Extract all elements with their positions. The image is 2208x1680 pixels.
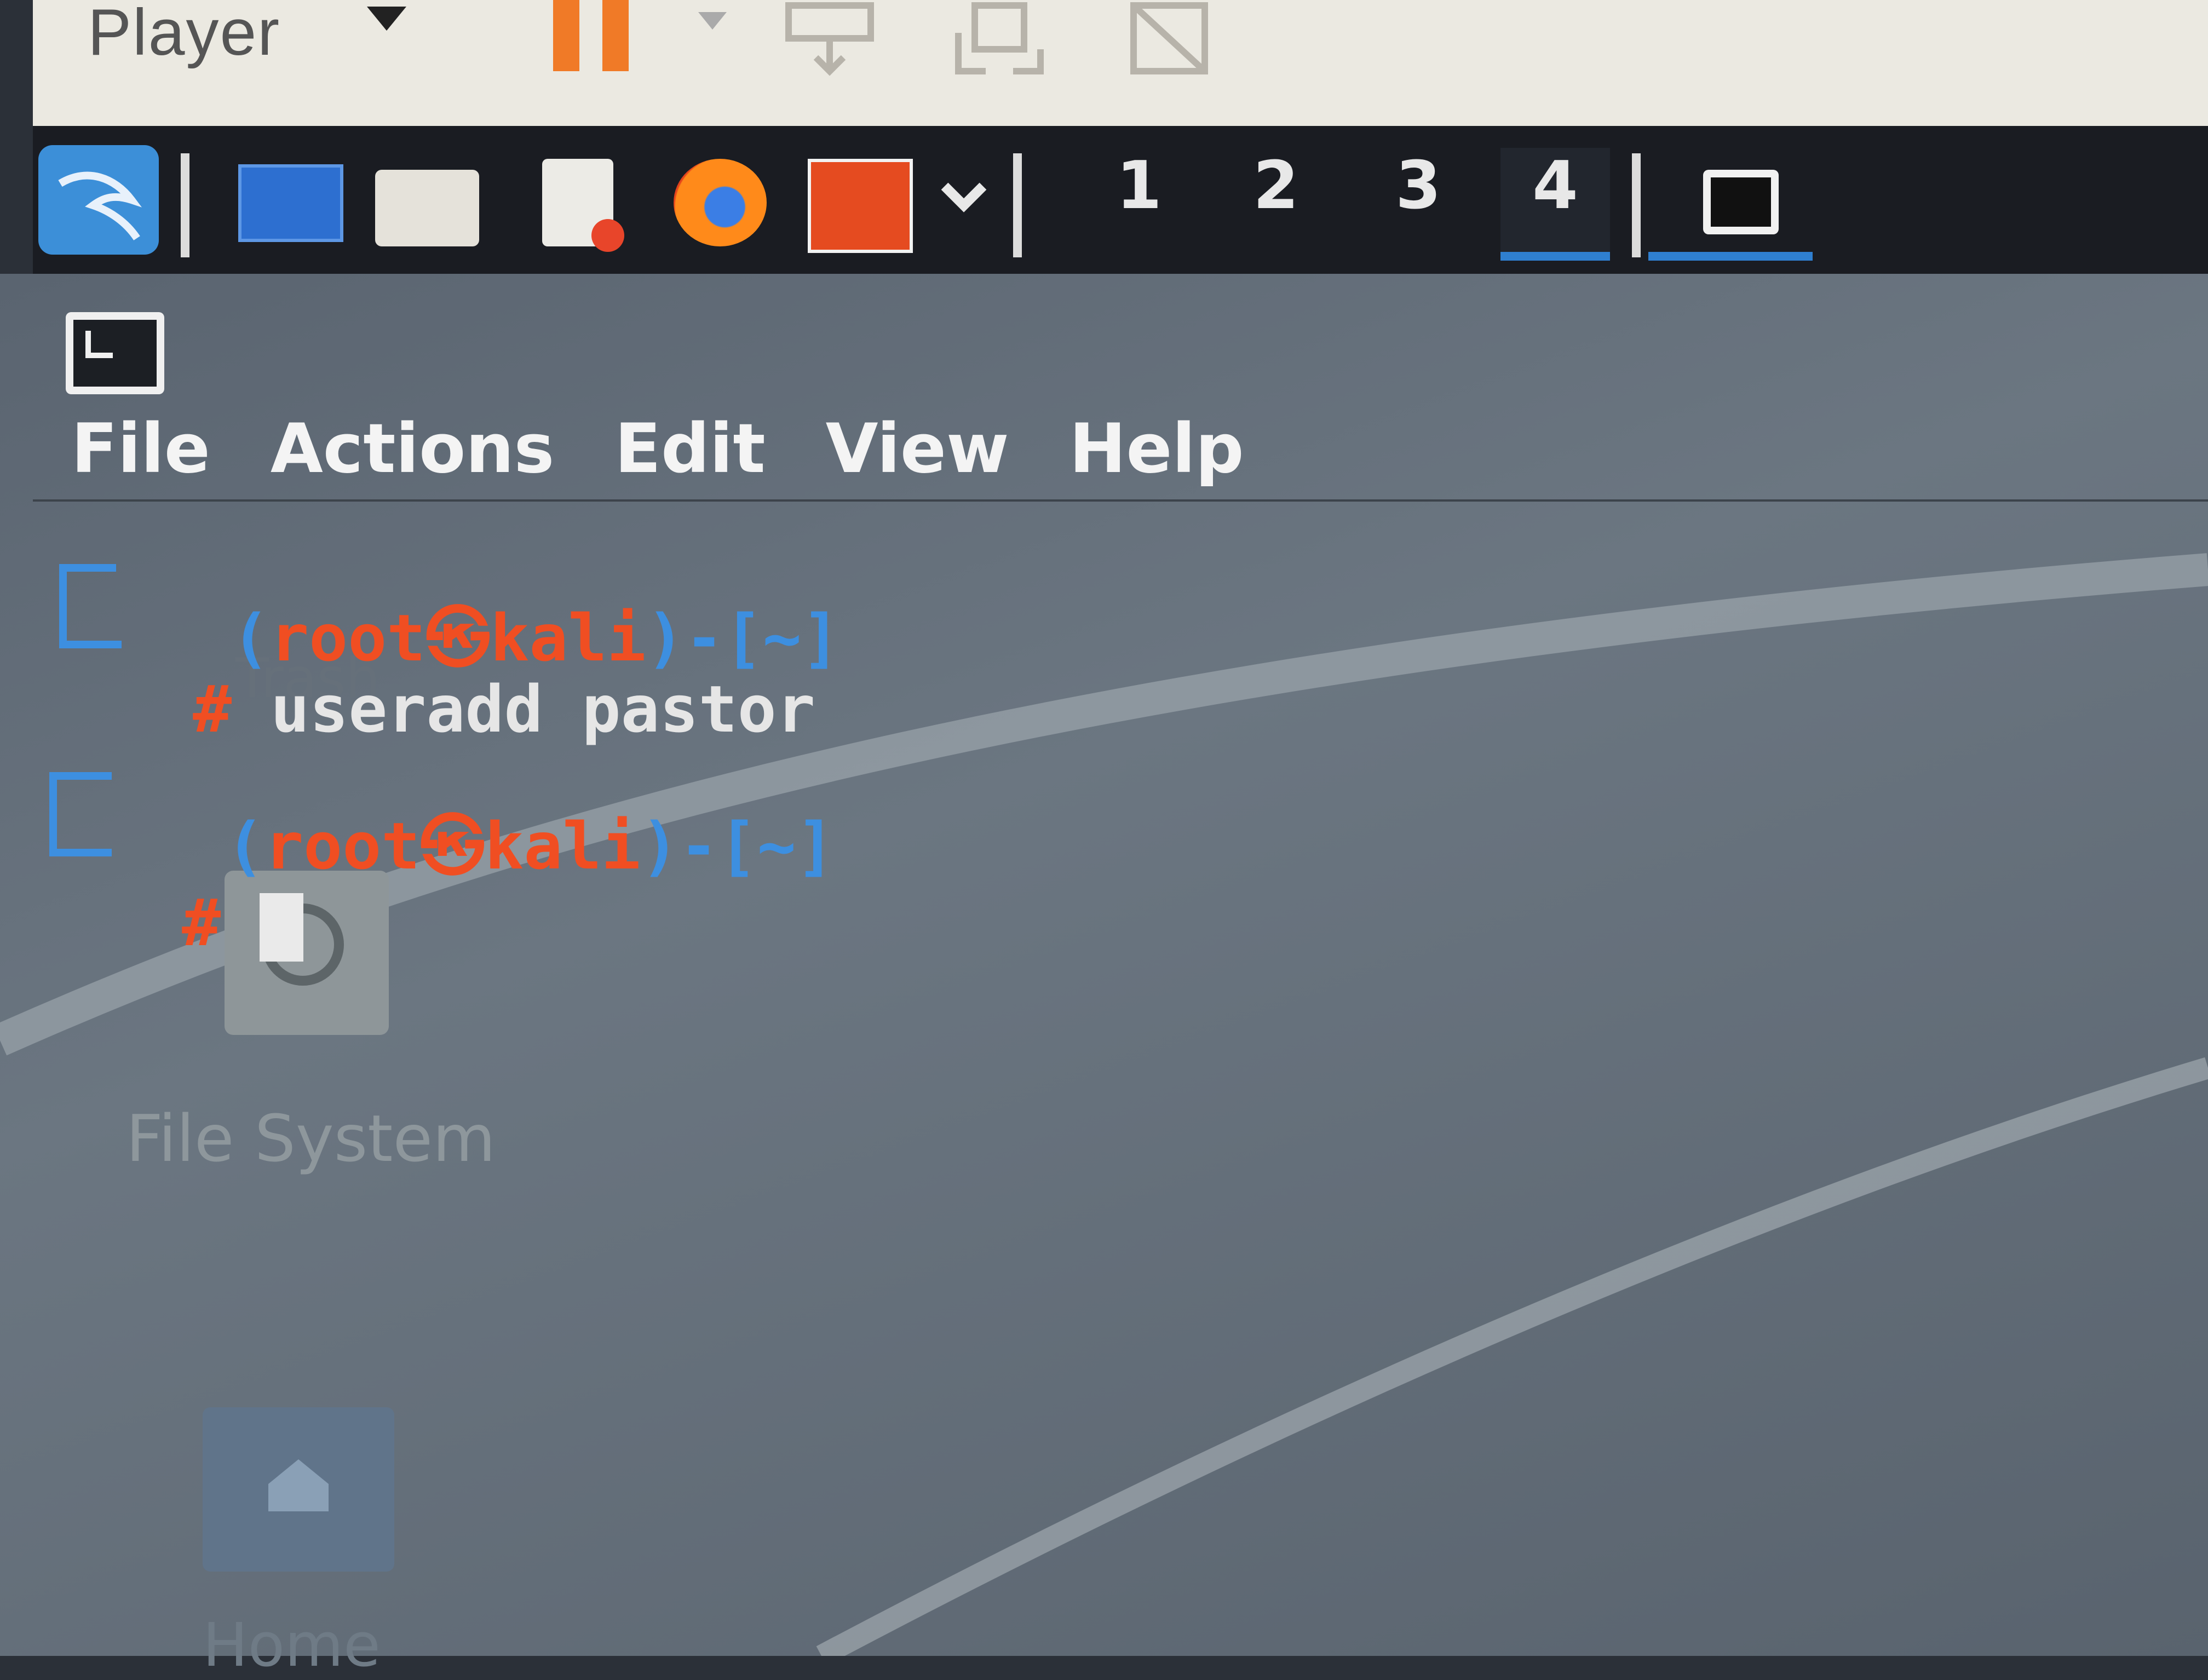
panel-separator — [1632, 153, 1641, 257]
more-launchers-chevron-icon[interactable] — [931, 153, 997, 246]
terminal-task-button[interactable] — [1648, 148, 1813, 261]
prompt-user-host: root㉿kali — [264, 808, 641, 884]
pause-icon[interactable] — [553, 0, 635, 71]
vmware-toolbar: Player — [33, 0, 2208, 126]
caret-down-icon[interactable] — [367, 7, 406, 31]
prompt-frame-bottom — [49, 810, 112, 856]
menu-help[interactable]: Help — [1070, 405, 1244, 493]
menu-file[interactable]: File — [71, 405, 210, 493]
terminal-menubar: File Actions Edit View Help — [71, 405, 1244, 493]
command-line-2[interactable]: # — [104, 816, 304, 962]
file-manager-icon[interactable] — [370, 153, 479, 246]
text-cursor — [260, 893, 304, 962]
workspace-3[interactable]: 3 — [1364, 148, 1473, 224]
player-menu-label[interactable]: Player — [88, 0, 280, 70]
terminal-app-icon — [66, 312, 164, 394]
kali-menu-icon[interactable] — [38, 145, 159, 255]
panel-separator — [1013, 153, 1022, 257]
pause-dropdown-icon[interactable] — [698, 12, 727, 30]
workspace-4[interactable]: 4 — [1500, 148, 1610, 261]
firefox-icon[interactable] — [663, 153, 772, 246]
fullscreen-icon[interactable] — [953, 0, 1046, 77]
prompt-frame-bottom — [59, 602, 122, 648]
command-text: useradd pastor — [271, 671, 815, 747]
menubar-divider — [33, 499, 2208, 502]
home-folder-icon[interactable] — [203, 1407, 394, 1572]
unity-icon[interactable] — [1123, 0, 1216, 77]
menu-actions[interactable]: Actions — [271, 405, 555, 493]
terminal-launcher-icon[interactable] — [802, 153, 913, 253]
kali-top-panel: 1 2 3 4 — [33, 126, 2208, 278]
menu-edit[interactable]: Edit — [614, 405, 765, 493]
send-ctrl-alt-del-icon[interactable] — [783, 0, 876, 77]
desktop-icon-home-label[interactable]: Home — [203, 1610, 381, 1680]
desktop-icon-file-system-label[interactable]: File System — [126, 1101, 496, 1176]
workspace-1[interactable]: 1 — [1084, 148, 1194, 224]
workspace-2[interactable]: 2 — [1221, 148, 1331, 224]
terminal-window-icon — [1703, 170, 1779, 234]
show-desktop-icon[interactable] — [233, 153, 343, 246]
text-editor-icon[interactable] — [520, 153, 630, 252]
menu-view[interactable]: View — [826, 405, 1009, 493]
panel-separator — [181, 153, 189, 257]
command-line-1[interactable]: # useradd pastor — [115, 602, 815, 745]
